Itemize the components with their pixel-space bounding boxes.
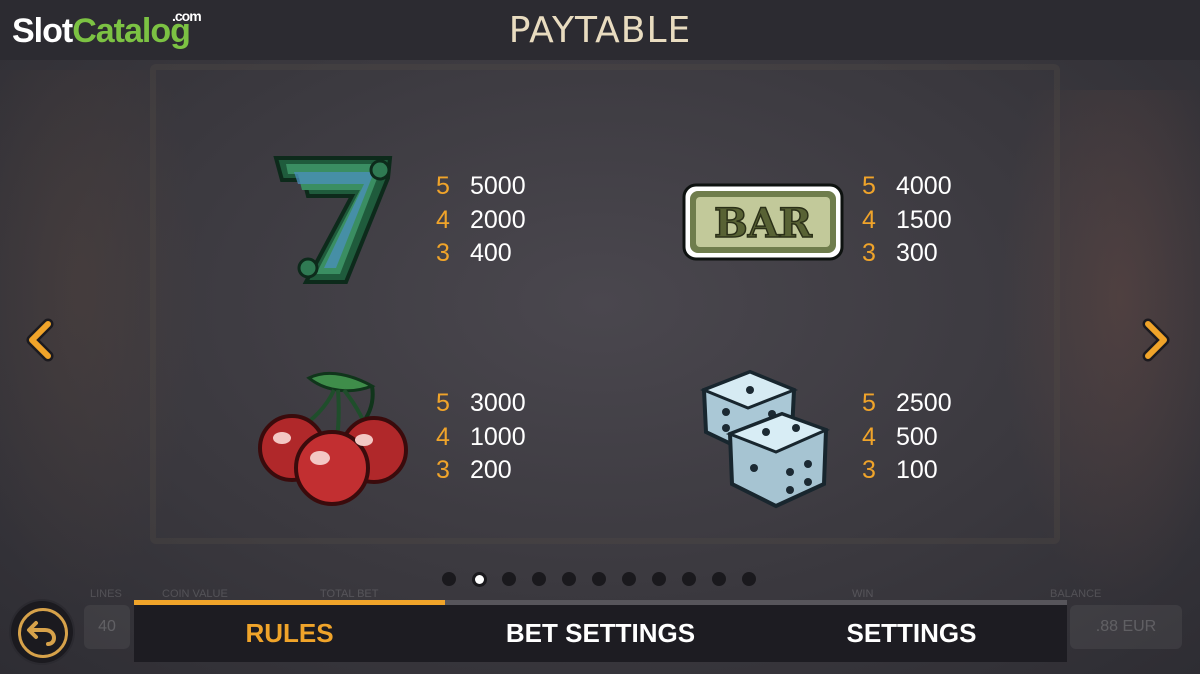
payout-value: 2000 (470, 205, 526, 234)
pagination-dot-mark (592, 572, 606, 586)
chevron-right-icon (1142, 318, 1170, 362)
pagination-dot[interactable] (531, 571, 547, 587)
payout-value: 400 (470, 239, 512, 267)
payout-count: 4 (436, 205, 450, 234)
pagination-dot[interactable] (711, 571, 727, 587)
payout-value: 1500 (896, 205, 952, 234)
payout-row: 3 300 (862, 237, 952, 271)
next-page-button[interactable] (1136, 318, 1176, 362)
cherries-icon (254, 368, 414, 515)
payout-value: 3000 (470, 389, 526, 417)
payout-value: 200 (470, 456, 512, 484)
payout-value: 300 (896, 239, 938, 267)
payout-value: 1000 (470, 422, 526, 451)
payout-count: 4 (862, 422, 876, 451)
payout-value: 2500 (896, 389, 952, 417)
payout-row: 3 200 (436, 454, 526, 488)
chevron-left-icon (26, 318, 54, 362)
paytable-dice: 5 2500 4 500 3 100 (862, 387, 952, 488)
payout-row: 5 4000 (862, 170, 952, 204)
pagination-dot-mark (622, 572, 636, 586)
payout-count: 3 (862, 239, 876, 267)
hud-lines-value: 40 (84, 605, 130, 649)
pagination-dot[interactable] (621, 571, 637, 587)
pagination-dot-mark (474, 574, 484, 584)
hud-coin-value-label: COIN VALUE (162, 588, 228, 600)
paytable-bar: 5 4000 4 1500 3 300 (862, 170, 952, 271)
paytable-cherries: 5 3000 4 1000 3 200 (436, 387, 526, 488)
pagination-dot[interactable] (501, 571, 517, 587)
pagination-dot[interactable] (741, 571, 757, 587)
tab-bet-settings[interactable]: BET SETTINGS (445, 605, 756, 662)
tab-bar: RULES BET SETTINGS SETTINGS (134, 600, 1067, 662)
pagination-dot-mark (562, 572, 576, 586)
pagination-dot-mark (652, 572, 666, 586)
hud-lines-label: LINES (90, 588, 122, 600)
dice-icon (696, 368, 832, 515)
payout-row: 5 2500 (862, 387, 952, 421)
payout-row: 5 3000 (436, 387, 526, 421)
pagination-dot-mark (712, 572, 726, 586)
payout-row: 4 2000 (436, 204, 526, 238)
tab-settings[interactable]: SETTINGS (756, 605, 1067, 662)
pagination-dots (441, 571, 757, 587)
page-title: PAYTABLE (508, 10, 692, 51)
payout-count: 5 (436, 172, 450, 200)
hud-balance-value: .88 EUR (1070, 605, 1182, 649)
payout-value: 500 (896, 422, 938, 451)
payout-value: 4000 (896, 172, 952, 200)
payout-row: 5 5000 (436, 170, 526, 204)
hud-balance-label: BALANCE (1050, 588, 1102, 600)
payout-value: 5000 (470, 172, 526, 200)
back-button[interactable] (11, 601, 73, 663)
payout-row: 4 1000 (436, 421, 526, 455)
pagination-dot-mark (742, 572, 756, 586)
pagination-dot[interactable] (681, 571, 697, 587)
seven-icon (268, 150, 398, 295)
pagination-dot[interactable] (471, 571, 487, 587)
pagination-dot[interactable] (591, 571, 607, 587)
back-arrow-icon (27, 621, 57, 646)
tab-rules[interactable]: RULES (134, 605, 445, 662)
payout-row: 4 1500 (862, 204, 952, 238)
paytable-seven: 5 5000 4 2000 3 400 (436, 170, 526, 271)
pagination-dot-mark (682, 572, 696, 586)
payout-count: 3 (436, 239, 450, 267)
prev-page-button[interactable] (20, 318, 60, 362)
pagination-dot-mark (502, 572, 516, 586)
bar-symbol-text: BAR (714, 200, 813, 247)
payout-count: 5 (436, 389, 450, 417)
payout-count: 3 (862, 456, 876, 484)
hud-total-bet-label: TOTAL BET (320, 588, 379, 600)
payout-row: 3 400 (436, 237, 526, 271)
payout-count: 3 (436, 456, 450, 484)
payout-count: 4 (862, 205, 876, 234)
payout-count: 5 (862, 389, 876, 417)
pagination-dot-mark (442, 572, 456, 586)
pagination-dot[interactable] (441, 571, 457, 587)
payout-count: 5 (862, 172, 876, 200)
pagination-dot[interactable] (561, 571, 577, 587)
payout-value: 100 (896, 456, 938, 484)
pagination-dot[interactable] (651, 571, 667, 587)
payout-row: 4 500 (862, 421, 952, 455)
bar-icon: BAR (682, 183, 844, 266)
pagination-dot-mark (532, 572, 546, 586)
payout-count: 4 (436, 422, 450, 451)
payout-row: 3 100 (862, 454, 952, 488)
hud-win-label: WIN (852, 588, 874, 600)
top-bar: SlotCatalog .com PAYTABLE (0, 0, 1200, 60)
